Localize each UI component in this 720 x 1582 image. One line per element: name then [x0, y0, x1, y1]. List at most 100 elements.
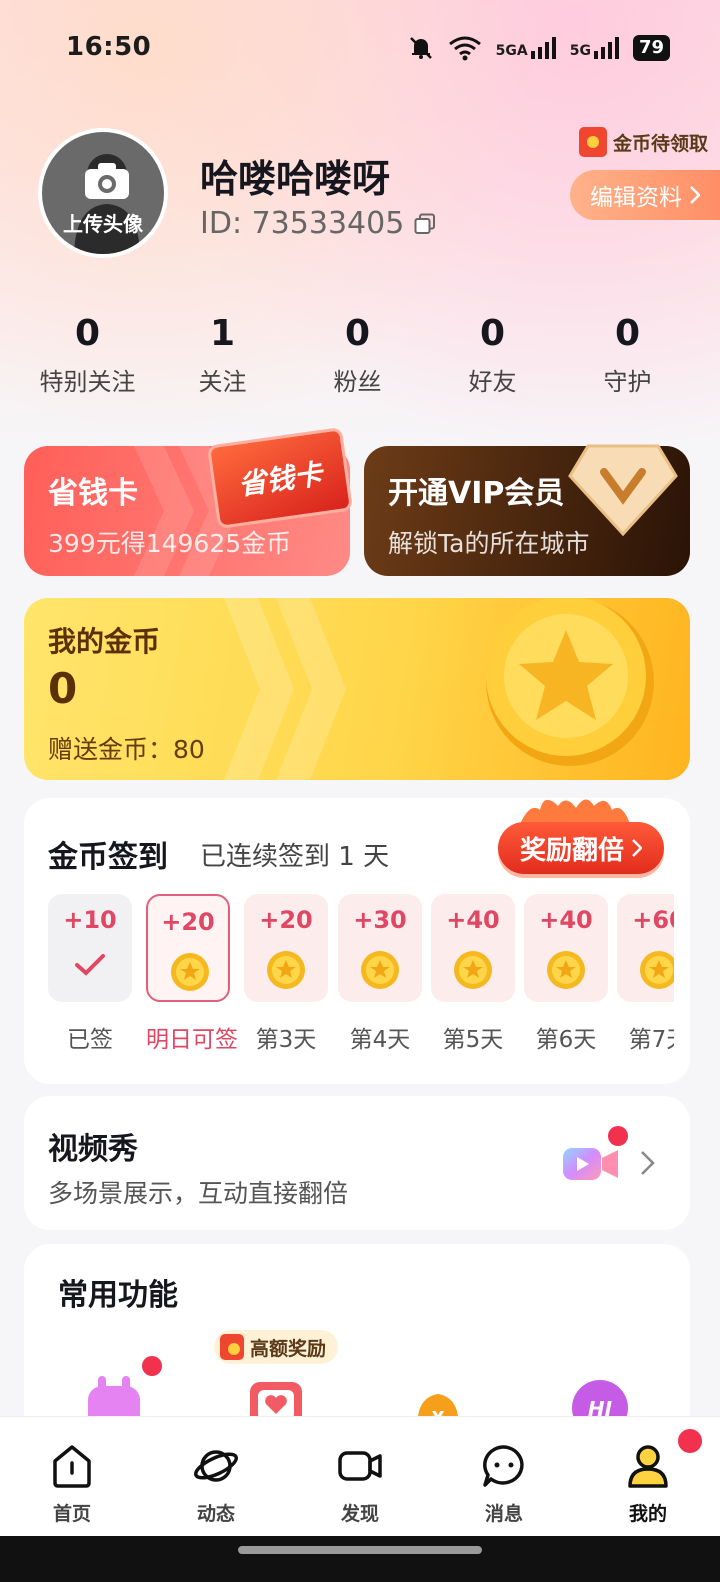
- my-coins-card[interactable]: 我的金币 0 赠送金币：80: [24, 598, 690, 780]
- reward-double-button[interactable]: 奖励翻倍: [498, 822, 664, 874]
- coin-icon: [361, 951, 399, 989]
- signin-day-box: +40: [524, 894, 608, 1002]
- stat-label: 特别关注: [39, 368, 136, 396]
- gift-coins: 赠送金币：80: [48, 735, 205, 764]
- signin-day-box: +10: [48, 894, 132, 1002]
- mute-bell-icon: [409, 37, 432, 59]
- video-camera-icon: [338, 1451, 382, 1481]
- signin-day-3: +20 第3天: [244, 894, 328, 1054]
- copy-icon[interactable]: [414, 213, 436, 235]
- coin-icon: [640, 951, 674, 989]
- edit-profile-label: 编辑资料: [590, 185, 682, 211]
- signin-day-box: +20: [244, 894, 328, 1002]
- signin-day-7: +60 第7天: [617, 894, 674, 1054]
- signin-day-label: 第3天: [255, 1027, 317, 1053]
- signin-day-label: 第6天: [535, 1027, 597, 1053]
- nav-moments[interactable]: 动态: [144, 1417, 288, 1537]
- signin-day-box: +40: [431, 894, 515, 1002]
- save-card-title: 省钱卡: [48, 476, 138, 511]
- signin-days: +10 已签 +20 明日可签 +20 第3天 +30 第4天 +40 第5天 …: [48, 894, 674, 1064]
- video-show-title: 视频秀: [48, 1132, 138, 1167]
- vip-card-title: 开通VIP会员: [388, 476, 565, 511]
- nav-discover[interactable]: 发现: [288, 1417, 432, 1537]
- stat-value: 1: [209, 313, 236, 354]
- nav-me[interactable]: 我的: [576, 1417, 720, 1537]
- status-bar: 16:50 5GA 5G 79: [0, 0, 720, 92]
- coin-signin-panel: 金币签到 已连续签到 1 天 奖励翻倍 +10 已签 +20 明日可签 +20: [24, 798, 690, 1084]
- signin-day-1: +10 已签: [48, 894, 132, 1054]
- stats-row: 0 特别关注 1 关注 0 粉丝 0 好友 0 守护: [0, 312, 720, 397]
- stripes-decoration: [224, 598, 346, 780]
- avatar-upload[interactable]: 上传头像: [38, 128, 168, 258]
- user-id: ID: 73533405: [200, 206, 405, 241]
- stat-label: 好友: [468, 368, 517, 396]
- coin-icon: [454, 951, 492, 989]
- gesture-bar-area: [0, 1536, 720, 1582]
- stat-friends[interactable]: 0 好友: [425, 312, 560, 397]
- edit-profile-button[interactable]: 编辑资料: [570, 170, 720, 220]
- reward-double-label: 奖励翻倍: [519, 835, 624, 866]
- common-functions-title: 常用功能: [58, 1278, 178, 1313]
- stat-value: 0: [614, 313, 641, 354]
- signin-day-amount: +20: [259, 906, 313, 934]
- nav-discover-label: 发现: [340, 1503, 379, 1525]
- signin-day-amount: +10: [63, 906, 117, 934]
- stat-guardians[interactable]: 0 守护: [560, 312, 695, 397]
- stat-special-follow[interactable]: 0 特别关注: [20, 312, 155, 397]
- video-show-subtitle: 多场景展示，互动直接翻倍: [48, 1179, 349, 1208]
- signin-day-label: 已签: [67, 1027, 113, 1053]
- vip-card-subtitle: 解锁Ta的所在城市: [388, 529, 590, 558]
- coin-claim-label: 金币待领取: [612, 132, 708, 155]
- nav-home-label: 首页: [52, 1503, 91, 1525]
- nav-messages[interactable]: 消息: [432, 1417, 576, 1537]
- signin-day-label: 第4天: [349, 1027, 411, 1053]
- notification-dot: [142, 1356, 162, 1376]
- nav-messages-label: 消息: [484, 1503, 523, 1525]
- battery-icon: 79: [632, 35, 670, 61]
- signin-day-box: +60: [617, 894, 674, 1002]
- signin-day-amount: +30: [353, 906, 407, 934]
- coin-icon: [267, 951, 305, 989]
- coin-claim-badge[interactable]: 金币待领取: [578, 124, 708, 160]
- signin-day-amount: +20: [161, 908, 215, 936]
- gold-coin-icon: [486, 598, 654, 766]
- stat-fans[interactable]: 0 粉丝: [290, 312, 425, 397]
- notification-dot: [676, 1427, 704, 1455]
- planet-icon: [194, 1450, 238, 1482]
- stat-value: 0: [74, 313, 101, 354]
- my-coins-title: 我的金币: [48, 625, 161, 658]
- coin-icon: [547, 951, 585, 989]
- signin-day-5: +40 第5天: [431, 894, 515, 1054]
- signal-5g-icon: 5G: [570, 37, 619, 59]
- signin-day-label: 明日可签: [146, 1027, 238, 1053]
- check-icon: [75, 954, 105, 976]
- video-show-panel[interactable]: 视频秀 多场景展示，互动直接翻倍: [24, 1096, 690, 1230]
- stat-label: 关注: [198, 368, 247, 396]
- home-icon: [53, 1445, 91, 1488]
- stat-following[interactable]: 1 关注: [155, 312, 290, 397]
- video-camera-icon: [563, 1148, 618, 1180]
- signin-day-amount: +40: [539, 906, 593, 934]
- home-indicator[interactable]: [238, 1546, 482, 1554]
- chevron-right-icon: [690, 186, 700, 204]
- signin-day-label: 第5天: [442, 1027, 504, 1053]
- signal-5ga-icon: 5GA: [496, 37, 556, 59]
- signin-streak: 已连续签到 1 天: [200, 842, 390, 872]
- save-card-subtitle: 399元得149625金币: [48, 529, 292, 558]
- common-functions-panel: 常用功能 高额奖励 ¥ HI: [24, 1244, 690, 1444]
- nav-home[interactable]: 首页: [0, 1417, 144, 1537]
- wifi-icon: [448, 36, 481, 61]
- high-reward-label: 高额奖励: [250, 1337, 327, 1360]
- signin-day-amount: +40: [446, 906, 500, 934]
- username: 哈喽哈喽呀: [200, 157, 391, 201]
- camera-icon: [85, 163, 129, 199]
- red-packet-icon: [578, 127, 607, 157]
- red-packet-icon: [220, 1334, 244, 1360]
- signin-day-2[interactable]: +20 明日可签: [146, 894, 238, 1054]
- upload-avatar-label: 上传头像: [63, 212, 143, 236]
- nav-moments-label: 动态: [196, 1503, 235, 1525]
- nav-me-label: 我的: [628, 1503, 667, 1525]
- vip-shield-icon: [568, 444, 678, 536]
- user-id-row: ID: 73533405: [200, 206, 436, 241]
- notification-dot: [608, 1126, 628, 1146]
